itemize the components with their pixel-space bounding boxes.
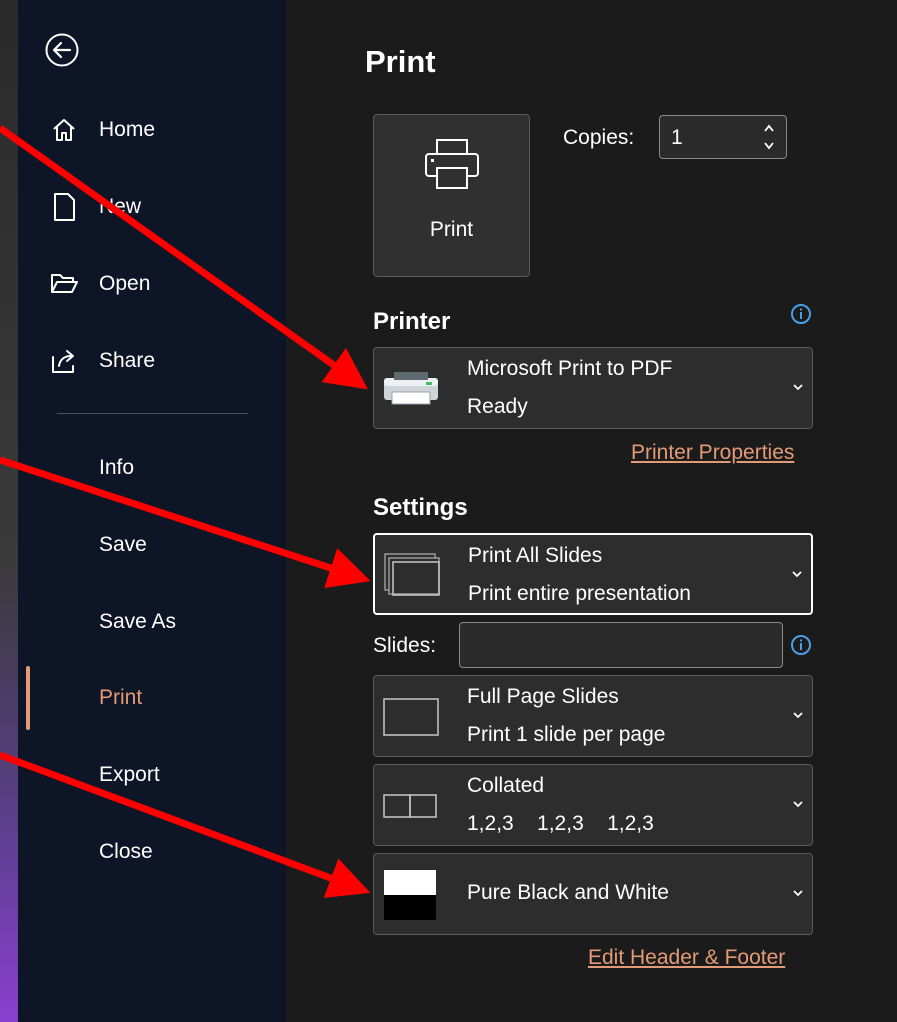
sidebar-item-label: Home	[99, 118, 156, 141]
collated-icon	[382, 793, 440, 824]
layout-title: Full Page Slides	[467, 685, 619, 708]
spinner-arrows[interactable]	[762, 120, 776, 154]
sidebar-item-label: Save As	[99, 610, 177, 633]
slides-label: Slides:	[373, 634, 437, 657]
printer-status: Ready	[467, 395, 528, 418]
print-range-title: Print All Slides	[468, 544, 603, 567]
color-title: Pure Black and White	[467, 881, 669, 904]
sidebar-item-new[interactable]: New	[18, 182, 286, 232]
all-slides-icon	[383, 552, 443, 603]
print-button-label: Print	[429, 218, 474, 241]
folder-open-icon	[48, 268, 80, 300]
black-and-white-icon	[382, 868, 438, 927]
print-range-dropdown[interactable]: Print All Slides Print entire presentati…	[373, 533, 813, 615]
collation-title: Collated	[467, 774, 545, 797]
layout-dropdown[interactable]: Full Page Slides Print 1 slide per page	[373, 675, 813, 757]
sidebar-item-save-as[interactable]: Save As	[18, 597, 286, 647]
layout-subtitle: Print 1 slide per page	[467, 723, 666, 746]
copies-label: Copies:	[563, 126, 635, 149]
chevron-down-icon	[793, 890, 803, 897]
printer-properties-link[interactable]: Printer Properties	[631, 441, 794, 465]
printer-section-title: Printer	[373, 308, 451, 335]
sidebar-item-label: Save	[99, 533, 147, 556]
print-button[interactable]: Print	[373, 114, 530, 277]
print-range-subtitle: Print entire presentation	[468, 582, 691, 605]
sidebar-item-open[interactable]: Open	[18, 259, 286, 309]
sidebar-item-print[interactable]: Print	[18, 673, 286, 723]
chevron-down-icon	[793, 384, 803, 391]
sidebar-item-save[interactable]: Save	[18, 520, 286, 570]
sidebar-item-label: Share	[99, 349, 156, 372]
chevron-down-icon	[792, 571, 802, 578]
slides-input[interactable]	[459, 622, 783, 668]
collation-subtitle: 1,2,3 1,2,3 1,2,3	[467, 812, 654, 835]
sidebar-item-close[interactable]: Close	[18, 827, 286, 877]
sidebar-item-label: Open	[99, 272, 151, 295]
collation-dropdown[interactable]: Collated 1,2,3 1,2,3 1,2,3	[373, 764, 813, 846]
info-icon[interactable]	[790, 634, 812, 656]
sidebar-divider	[57, 413, 248, 414]
background-strip	[0, 0, 18, 1022]
printer-dropdown[interactable]: Microsoft Print to PDF Ready	[373, 347, 813, 429]
sidebar-item-home[interactable]: Home	[18, 105, 286, 155]
sidebar-item-info[interactable]: Info	[18, 443, 286, 493]
home-icon	[48, 114, 80, 146]
sidebar-item-label: Close	[99, 840, 153, 863]
chevron-down-icon	[793, 801, 803, 808]
edit-header-footer-link[interactable]: Edit Header & Footer	[588, 946, 785, 970]
chevron-down-icon	[793, 712, 803, 719]
copies-value: 1	[671, 126, 683, 149]
back-button[interactable]	[42, 30, 82, 70]
info-icon[interactable]	[790, 303, 812, 325]
copies-stepper[interactable]: 1	[659, 115, 787, 159]
color-dropdown[interactable]: Pure Black and White	[373, 853, 813, 935]
printer-device-icon	[382, 368, 440, 413]
sidebar-item-label: Info	[99, 456, 135, 479]
new-document-icon	[48, 191, 80, 223]
page-title: Print	[365, 44, 436, 79]
sidebar-item-export[interactable]: Export	[18, 750, 286, 800]
sidebar-item-share[interactable]: Share	[18, 336, 286, 386]
full-page-slide-icon	[382, 696, 440, 743]
share-icon	[48, 345, 80, 377]
sidebar-item-label: New	[99, 195, 142, 218]
printer-icon	[421, 137, 483, 198]
sidebar-item-label: Print	[99, 686, 143, 709]
printer-name: Microsoft Print to PDF	[467, 357, 673, 380]
back-arrow-icon	[45, 33, 79, 67]
sidebar-item-label: Export	[99, 763, 160, 786]
settings-section-title: Settings	[373, 494, 468, 521]
